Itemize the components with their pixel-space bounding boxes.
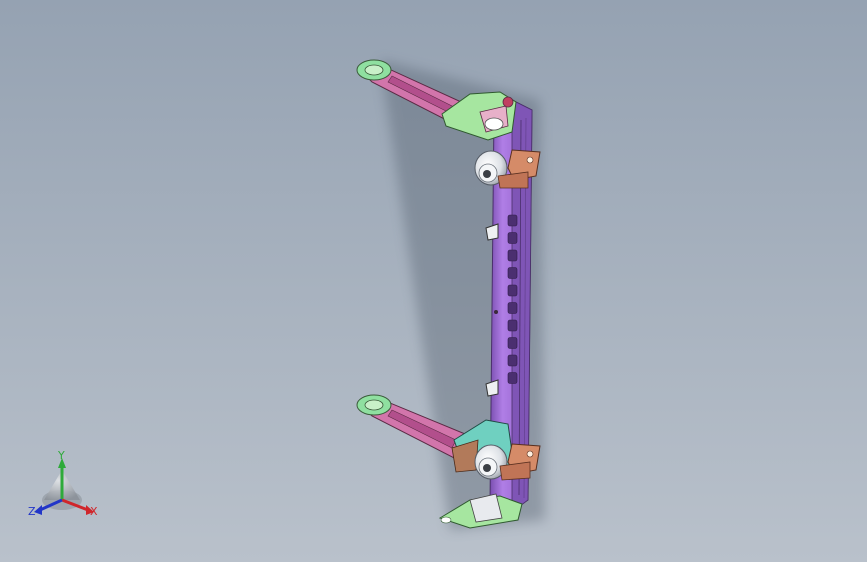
beam-hole bbox=[507, 214, 518, 227]
beam-hole bbox=[507, 337, 518, 349]
beam-hole bbox=[507, 319, 518, 332]
beam-hole bbox=[507, 302, 518, 314]
beam-hole bbox=[507, 372, 518, 384]
subframe-model[interactable] bbox=[0, 0, 867, 562]
cad-viewport[interactable]: Y X Z bbox=[0, 0, 867, 562]
beam-hole bbox=[507, 232, 518, 244]
beam-hole bbox=[507, 354, 518, 367]
beam-hole bbox=[507, 267, 518, 279]
beam-hole bbox=[507, 284, 518, 297]
triad-y-label: Y bbox=[58, 449, 65, 462]
beam-hole bbox=[507, 249, 518, 262]
beam-pin bbox=[494, 310, 498, 314]
orientation-triad[interactable]: Y X Z bbox=[22, 448, 112, 528]
triad-x-label: X bbox=[90, 505, 98, 518]
triad-z-label: Z bbox=[28, 505, 36, 518]
